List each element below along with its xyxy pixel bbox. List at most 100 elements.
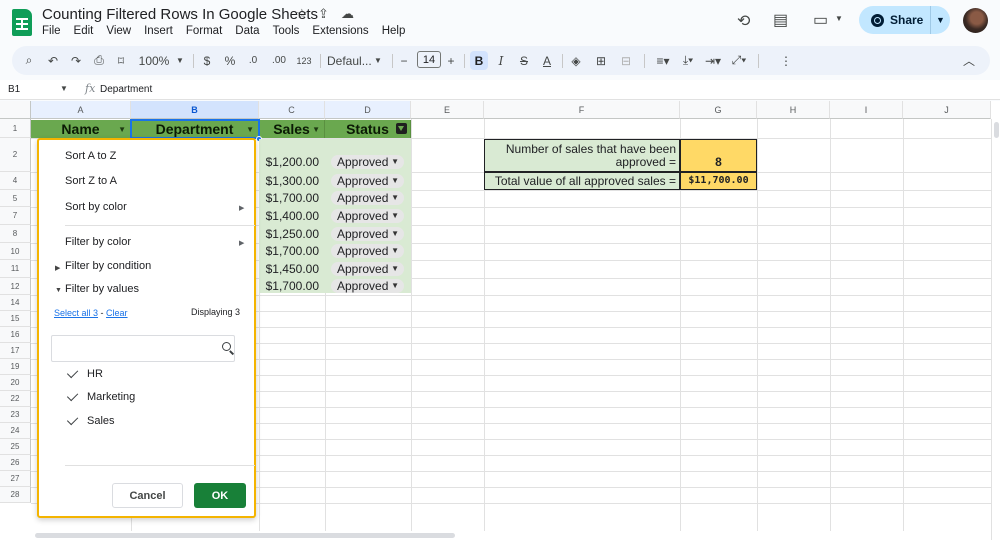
menu-filter-by-color[interactable]: Filter by color [65, 236, 131, 248]
value-option-hr[interactable]: HR [66, 366, 103, 380]
approved-total-label[interactable]: Total value of all approved sales = [484, 172, 680, 190]
font-size-increase-button[interactable]: + [445, 51, 457, 70]
menu-format[interactable]: Format [186, 25, 222, 37]
ok-button[interactable]: OK [194, 483, 246, 508]
sales-cell[interactable]: $1,300.00 [259, 172, 325, 190]
paint-format-icon[interactable]: ⌑ [114, 51, 128, 70]
redo-icon[interactable]: ↷ [69, 51, 83, 70]
row-header[interactable]: 25 [0, 439, 31, 455]
italic-button[interactable]: I [494, 51, 508, 70]
print-icon[interactable]: ⎙ [92, 51, 106, 70]
font-size-input[interactable]: 14 [417, 51, 441, 68]
menu-filter-by-condition[interactable]: Filter by condition [65, 260, 151, 272]
column-header-a[interactable]: A [31, 101, 131, 119]
comment-icon[interactable]: ▤ [773, 10, 788, 30]
text-rotation-icon[interactable]: ⤢▾ [728, 51, 750, 70]
sales-cell[interactable]: $1,450.00 [259, 260, 325, 278]
row-header[interactable]: 22 [0, 391, 31, 407]
more-options-icon[interactable]: ⋮ [780, 51, 792, 70]
currency-format-button[interactable]: $ [200, 51, 214, 70]
column-header-c[interactable]: C [259, 101, 325, 119]
expand-down-icon[interactable]: ▼ [55, 287, 62, 294]
text-color-button[interactable]: A [540, 51, 554, 70]
menu-edit[interactable]: Edit [74, 25, 94, 37]
sales-cell[interactable]: $1,700.00 [259, 189, 325, 207]
menu-insert[interactable]: Insert [144, 25, 173, 37]
column-header-h[interactable]: H [757, 101, 830, 119]
sales-cell[interactable]: $1,200.00 [259, 153, 325, 171]
expand-right-icon[interactable]: ▶ [55, 264, 60, 272]
share-button[interactable]: Share ▼ [859, 6, 950, 34]
header-cell-department[interactable]: Department ▼ [131, 120, 259, 138]
status-dropdown-chip[interactable]: Approved ▼ [331, 209, 404, 223]
horizontal-scroll-thumb[interactable] [35, 533, 455, 538]
cloud-icon[interactable]: ☁ [341, 6, 354, 22]
formula-input[interactable]: Department [100, 84, 152, 95]
row-header[interactable]: 19 [0, 359, 31, 375]
font-caret-icon[interactable]: ▼ [373, 51, 383, 70]
filter-dropdown-icon[interactable]: ▼ [312, 125, 320, 134]
increase-decimal-button[interactable]: .00 [269, 51, 289, 70]
share-caret-icon[interactable]: ▼ [931, 15, 950, 25]
row-header[interactable]: 11 [0, 260, 31, 278]
undo-icon[interactable]: ↶ [46, 51, 60, 70]
sales-cell[interactable]: $1,700.00 [259, 242, 325, 260]
sales-cell[interactable]: $1,250.00 [259, 225, 325, 243]
row-header[interactable]: 12 [0, 278, 31, 295]
status-dropdown-chip[interactable]: Approved ▼ [331, 262, 404, 276]
row-header[interactable]: 4 [0, 172, 31, 190]
menu-help[interactable]: Help [382, 25, 406, 37]
approved-count-value[interactable]: 8 [680, 139, 757, 172]
values-search-input[interactable] [51, 335, 235, 362]
clear-link[interactable]: Clear [106, 308, 128, 318]
menu-sort-z-a[interactable]: Sort Z to A [65, 175, 117, 187]
percent-format-button[interactable]: % [223, 51, 237, 70]
column-header-d[interactable]: D [325, 101, 411, 119]
borders-icon[interactable]: ⊞ [594, 51, 608, 70]
row-header[interactable]: 17 [0, 343, 31, 359]
column-header-i[interactable]: I [830, 101, 903, 119]
value-option-marketing[interactable]: Marketing [66, 389, 135, 403]
horizontal-scrollbar[interactable] [31, 531, 991, 540]
move-icon[interactable]: ⇪ [318, 6, 329, 22]
row-header[interactable]: 15 [0, 311, 31, 327]
sales-cell[interactable]: $1,400.00 [259, 207, 325, 225]
name-box[interactable]: B1 [8, 84, 20, 95]
menu-data[interactable]: Data [235, 25, 259, 37]
header-cell-sales[interactable]: Sales ▼ [259, 120, 325, 138]
row-header[interactable]: 7 [0, 207, 31, 225]
merge-cells-icon[interactable]: ⊟ [616, 51, 636, 70]
video-icon[interactable]: ▭ [813, 10, 828, 30]
column-header-e[interactable]: E [411, 101, 484, 119]
row-header[interactable]: 26 [0, 455, 31, 471]
status-dropdown-chip[interactable]: Approved ▼ [331, 227, 404, 241]
row-header[interactable]: 28 [0, 487, 31, 503]
column-header-j[interactable]: J [903, 101, 991, 119]
sales-cell[interactable]: $1,700.00 [259, 277, 325, 295]
column-header-g[interactable]: G [680, 101, 757, 119]
row-header[interactable]: 16 [0, 327, 31, 343]
zoom-caret-icon[interactable]: ▼ [175, 51, 185, 70]
filter-dropdown-icon[interactable]: ▼ [246, 125, 254, 134]
row-header[interactable]: 8 [0, 225, 31, 243]
video-caret-icon[interactable]: ▼ [835, 14, 843, 23]
number-format-button[interactable]: 123 [294, 51, 314, 70]
avatar[interactable] [963, 8, 988, 33]
select-all-corner[interactable] [0, 101, 31, 119]
row-header[interactable]: 23 [0, 407, 31, 423]
menu-filter-by-values[interactable]: Filter by values [65, 283, 139, 295]
column-header-f[interactable]: F [484, 101, 680, 119]
bold-button[interactable]: B [470, 51, 488, 70]
filter-dropdown-icon[interactable]: ▼ [118, 125, 126, 134]
column-header-b[interactable]: B [131, 101, 259, 119]
menu-sort-a-z[interactable]: Sort A to Z [65, 150, 116, 162]
menu-tools[interactable]: Tools [273, 25, 300, 37]
vertical-scrollbar[interactable] [991, 119, 1000, 540]
row-header[interactable]: 14 [0, 295, 31, 311]
header-cell-status[interactable]: Status [325, 120, 411, 138]
sheets-logo-icon[interactable] [12, 9, 32, 36]
row-header[interactable]: 27 [0, 471, 31, 487]
select-all-link[interactable]: Select all 3 [54, 308, 98, 318]
menu-view[interactable]: View [106, 25, 131, 37]
row-header[interactable]: 1 [0, 119, 31, 138]
